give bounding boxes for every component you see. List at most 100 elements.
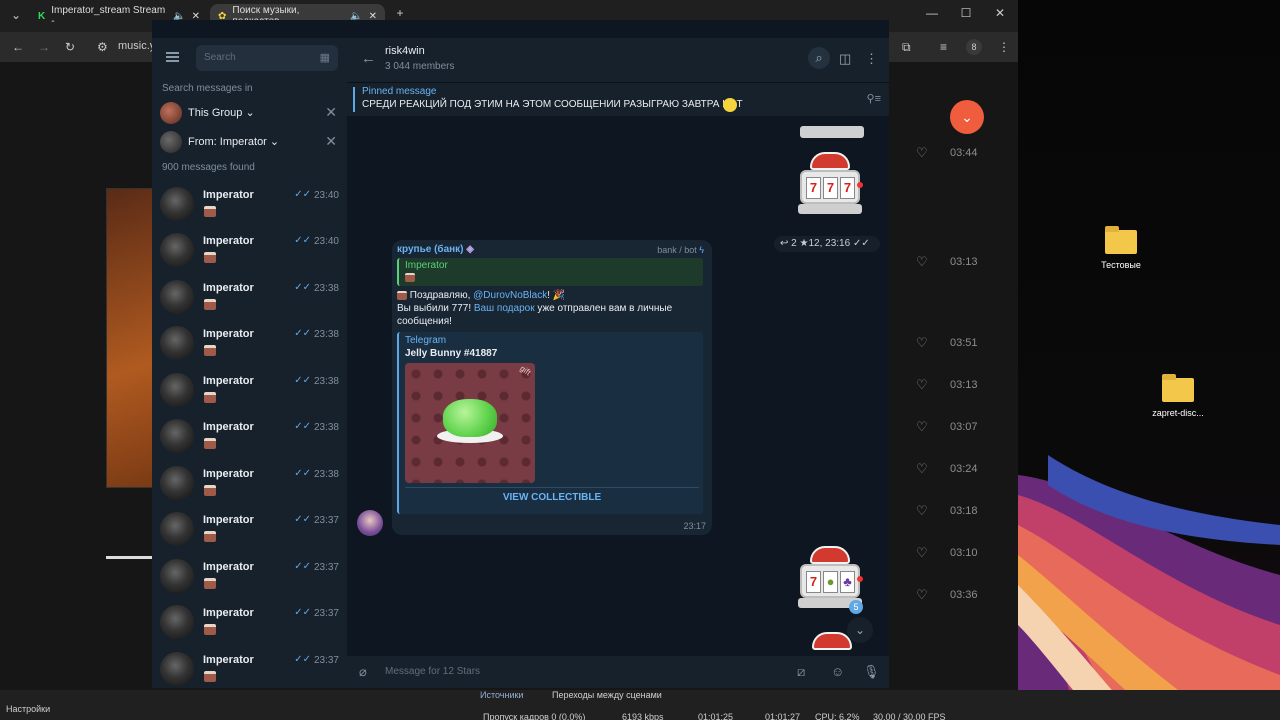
media-control-icon[interactable]: ≡ — [940, 40, 947, 54]
avatar — [160, 466, 194, 500]
back-icon[interactable]: ← — [12, 40, 24, 54]
pinned-accent — [353, 87, 355, 112]
like-icon[interactable]: ♡ — [916, 377, 928, 393]
new-tab-button[interactable]: + — [386, 6, 414, 20]
bot-commands-icon[interactable]: ⧄ — [797, 664, 805, 680]
like-icon[interactable]: ♡ — [916, 335, 928, 351]
sources-tab[interactable]: Источники — [480, 690, 523, 700]
track-row[interactable]: ♡ 03:36 — [900, 587, 1010, 607]
desktop-icon-folder-testovye[interactable]: Тестовые — [1086, 226, 1156, 270]
emoji-icon[interactable]: ☺ — [831, 664, 844, 679]
view-collectible-button[interactable]: VIEW COLLECTIBLE — [399, 492, 705, 503]
gift-link[interactable]: Ваш подарок — [474, 303, 535, 314]
search-result[interactable]: Imperator ✓✓ 23:37 — [152, 649, 347, 688]
from-filter[interactable]: From: Imperator ⌄ ✕ — [152, 129, 347, 155]
player-progress-bar[interactable] — [106, 556, 156, 559]
back-arrow-icon[interactable]: ← — [361, 50, 376, 67]
attach-icon[interactable]: ⌀ — [359, 664, 367, 680]
search-result[interactable]: Imperator ✓✓ 23:38 — [152, 370, 347, 416]
maximize-icon[interactable]: ☐ — [952, 6, 980, 20]
search-result[interactable]: Imperator ✓✓ 23:38 — [152, 463, 347, 509]
track-row[interactable]: ♡ 03:18 — [900, 503, 1010, 523]
bot-avatar[interactable] — [357, 510, 383, 536]
like-icon[interactable]: ♡ — [916, 145, 928, 161]
pin-list-icon[interactable]: ⚲≡ — [867, 92, 881, 105]
slot-machine-icon — [204, 624, 216, 635]
mention-link[interactable]: @DurovNoBlack — [473, 290, 547, 301]
pinned-message-bar[interactable]: Pinned message СРЕДИ РЕАКЦИЙ ПОД ЭТИМ НА… — [347, 82, 889, 116]
reload-icon[interactable]: ↻ — [65, 40, 75, 54]
search-result[interactable]: Imperator ✓✓ 23:37 — [152, 602, 347, 648]
close-window-icon[interactable]: ✕ — [986, 6, 1014, 20]
track-row[interactable]: ♡ 03:24 — [900, 461, 1010, 481]
result-time: 23:38 — [313, 376, 339, 387]
like-icon[interactable]: ♡ — [916, 587, 928, 603]
track-duration: 03:13 — [950, 379, 978, 391]
slot-machine-sticker[interactable]: 777 — [797, 152, 863, 214]
browser-menu-icon[interactable]: ⋮ — [998, 40, 1010, 54]
more-menu-icon[interactable]: ⋮ — [865, 51, 878, 67]
search-icon[interactable]: ⌕ — [808, 47, 830, 69]
like-icon[interactable]: ♡ — [916, 461, 928, 477]
message-sender[interactable]: крупье (банк) ◈ — [397, 244, 474, 255]
reply-quote[interactable]: Imperator — [397, 258, 703, 286]
search-result[interactable]: Imperator ✓✓ 23:37 — [152, 509, 347, 555]
calendar-icon[interactable]: ▦ — [320, 51, 330, 64]
sidebar-toggle-icon[interactable]: ◫ — [839, 51, 851, 67]
search-result[interactable]: Imperator ✓✓ 23:38 — [152, 277, 347, 323]
like-icon[interactable]: ♡ — [916, 503, 928, 519]
clear-from-icon[interactable]: ✕ — [325, 133, 337, 150]
link-preview[interactable]: Telegram Jelly Bunny #41887 gift VIEW CO… — [397, 332, 703, 514]
bot-message[interactable]: крупье (банк) ◈ bank / bot ϟ Imperator П… — [392, 240, 712, 535]
profile-avatar[interactable]: 8 — [966, 39, 982, 55]
album-cover[interactable] — [106, 188, 156, 488]
user-avatar — [160, 131, 182, 153]
search-result[interactable]: Imperator ✓✓ 23:38 — [152, 323, 347, 369]
like-icon[interactable]: ♡ — [916, 254, 928, 270]
lightning-icon: ϟ — [699, 245, 704, 255]
transitions-tab[interactable]: Переходы между сценами — [552, 690, 662, 700]
track-row[interactable]: ♡ 03:51 — [900, 335, 1010, 355]
microphone-icon[interactable]: 🎙 — [863, 664, 880, 680]
search-result[interactable]: Imperator ✓✓ 23:37 — [152, 556, 347, 602]
track-row[interactable]: ♡ 03:07 — [900, 419, 1010, 439]
slot-base — [800, 126, 864, 138]
menu-icon[interactable] — [166, 52, 179, 62]
result-name: Imperator — [203, 375, 254, 387]
track-row[interactable]: ♡ 03:13 — [900, 254, 1010, 274]
cpu-usage: CPU: 6.2% — [815, 712, 860, 720]
slot-machine-icon — [204, 671, 216, 682]
clear-scope-icon[interactable]: ✕ — [325, 104, 337, 121]
desktop-icon-label: zapret-disc... — [1152, 408, 1204, 418]
collapse-button[interactable]: ⌄ — [950, 100, 984, 134]
settings-label[interactable]: Настройки — [6, 704, 50, 714]
chat-title[interactable]: risk4win — [385, 45, 425, 57]
search-result[interactable]: Imperator ✓✓ 23:40 — [152, 184, 347, 230]
slot-machine-sticker[interactable] — [799, 116, 865, 138]
tab-search-icon[interactable]: ⌄ — [2, 8, 30, 22]
forward-icon[interactable]: → — [38, 40, 50, 54]
search-result[interactable]: Imperator ✓✓ 23:40 — [152, 230, 347, 276]
like-icon[interactable]: ♡ — [916, 545, 928, 561]
track-row[interactable]: ♡ 03:44 — [900, 145, 1010, 165]
gift-image[interactable]: gift — [405, 363, 535, 483]
unread-badge: 5 — [849, 600, 863, 614]
track-row[interactable]: ♡ 03:13 — [900, 377, 1010, 397]
like-icon[interactable]: ♡ — [916, 419, 928, 435]
address-bar[interactable]: music.y — [118, 40, 155, 52]
wallpaper-swirl — [1018, 455, 1280, 720]
track-row[interactable]: ♡ 03:10 — [900, 545, 1010, 565]
slot-machine-sticker[interactable] — [799, 632, 865, 654]
desktop-icon-folder-zapret[interactable]: zapret-disc... — [1143, 374, 1213, 418]
slot-machine-icon — [204, 531, 216, 542]
read-check-icon: ✓✓ — [294, 282, 311, 293]
message-input[interactable]: Message for 12 Stars — [385, 666, 480, 677]
extensions-icon[interactable]: ⧉ — [902, 40, 911, 55]
avatar — [160, 559, 194, 593]
slot-machine-sticker[interactable]: 7 ● ♣ — [797, 546, 863, 608]
search-result[interactable]: Imperator ✓✓ 23:38 — [152, 416, 347, 462]
minimize-icon[interactable]: — — [918, 6, 946, 20]
search-input[interactable]: Search ▦ — [196, 45, 338, 71]
site-settings-icon[interactable]: ⚙ — [97, 40, 108, 54]
scope-filter[interactable]: This Group ⌄ ✕ — [152, 100, 347, 126]
